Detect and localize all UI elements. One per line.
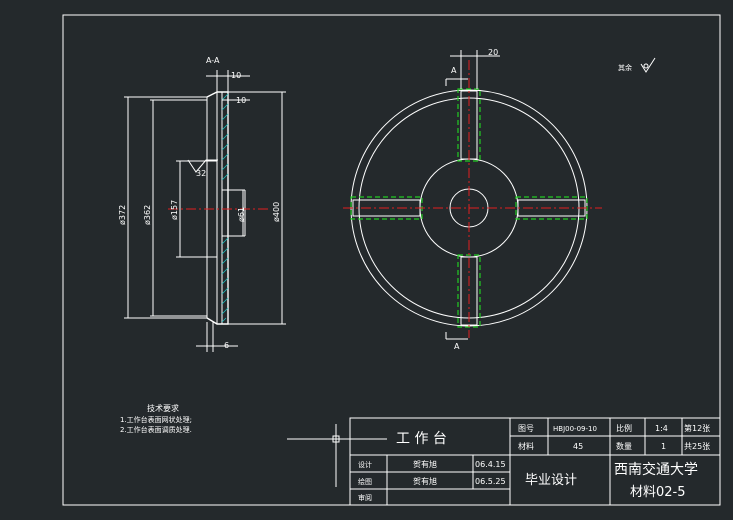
dim-top10b: 10 — [236, 96, 246, 105]
technical-notes: 技术要求 1.工作台表面网状处理; 2.工作台表面调质处理. — [120, 403, 192, 434]
qty-value: 1 — [661, 442, 666, 451]
material-value: 45 — [573, 442, 583, 451]
title-block: 工 作 台 图号 HBJ00-09-10 比例 1:4 第12张 材料 45 数… — [349, 417, 721, 506]
design-date: 06.4.15 — [475, 460, 506, 469]
review-label: 审阅 — [358, 493, 372, 502]
school-name: 西南交通大学 — [614, 461, 698, 478]
draw-date: 06.5.25 — [475, 477, 506, 486]
material-label: 材料 — [518, 441, 534, 451]
scale-value: 1:4 — [655, 424, 668, 433]
dim-d372: ø372 — [118, 205, 127, 225]
part-name: 工 作 台 — [396, 431, 447, 447]
drawing-no-label: 图号 — [518, 424, 534, 433]
project-name: 毕业设计 — [525, 473, 577, 488]
dim-d157: ø157 — [170, 200, 179, 220]
roughness-value: 32 — [196, 169, 206, 178]
cad-drawing: A-A ø372 ø362 ø157 ø61 ø400 10 10 6 32 2… — [0, 0, 733, 520]
dim-d400: ø400 — [272, 202, 281, 222]
cut-label-top: A — [451, 66, 457, 75]
section-dimensions: ø372 ø362 ø157 ø61 ø400 10 10 6 32 — [118, 70, 286, 352]
dim-top10a: 10 — [231, 71, 241, 80]
notes-item-1: 1.工作台表面网状处理; — [120, 415, 192, 424]
cut-label-bottom: A — [454, 342, 460, 351]
qty-label: 数量 — [616, 441, 632, 451]
draw-name: 贺有旭 — [413, 476, 437, 486]
drawing-no: HBJ00-09-10 — [553, 425, 597, 433]
draw-label: 绘图 — [358, 477, 372, 486]
rest-note-text: 其余 — [618, 63, 632, 72]
dim-20: 20 — [488, 48, 498, 57]
total-sheets: 共25张 — [684, 442, 710, 451]
design-label: 设计 — [358, 460, 372, 469]
notes-item-2: 2.工作台表面调质处理. — [120, 425, 192, 434]
section-view: A-A ø372 ø362 ø157 ø61 ø400 10 10 6 32 — [118, 56, 286, 352]
section-hatch — [221, 93, 229, 323]
section-label: A-A — [206, 56, 220, 65]
dim-d362: ø362 — [143, 205, 152, 225]
sheet-number: 第12张 — [684, 423, 710, 433]
dim-bottom6: 6 — [224, 341, 229, 350]
cutting-plane-top: A — [445, 66, 468, 86]
rest-roughness-note: 其余 — [618, 57, 656, 73]
scale-label: 比例 — [616, 423, 632, 433]
dim-d61: ø61 — [237, 207, 246, 222]
class-name: 材料02-5 — [630, 485, 686, 500]
design-name: 贺有旭 — [413, 459, 437, 469]
notes-title: 技术要求 — [147, 403, 179, 413]
cutting-plane-bottom: A — [445, 332, 468, 351]
front-view: 20 A A — [343, 48, 602, 351]
